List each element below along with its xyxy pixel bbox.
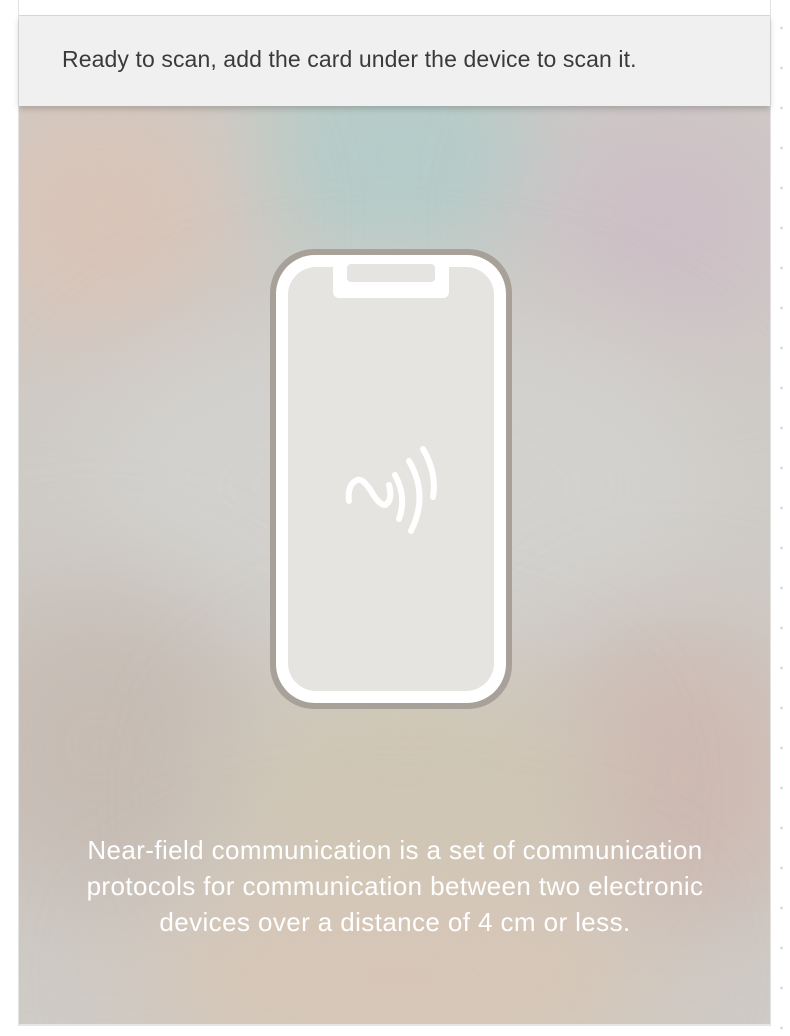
- scroll-edge: [779, 0, 784, 1036]
- scan-status-message: Ready to scan, add the card under the de…: [62, 46, 637, 72]
- nfc-scan-dialog: Ready to scan, add the card under the de…: [18, 0, 771, 1026]
- nfc-description: Near-field communication is a set of com…: [86, 835, 704, 937]
- background-blur: [539, 106, 770, 336]
- background-blur: [19, 106, 239, 346]
- nfc-icon: [345, 446, 437, 534]
- background-blur: [249, 106, 549, 266]
- nfc-scan-page: Ready to scan, add the card under the de…: [0, 0, 790, 1036]
- scan-status-bar: Ready to scan, add the card under the de…: [19, 16, 770, 106]
- dialog-top-strip: [19, 0, 770, 16]
- scan-illustration-area: Near-field communication is a set of com…: [19, 106, 770, 1024]
